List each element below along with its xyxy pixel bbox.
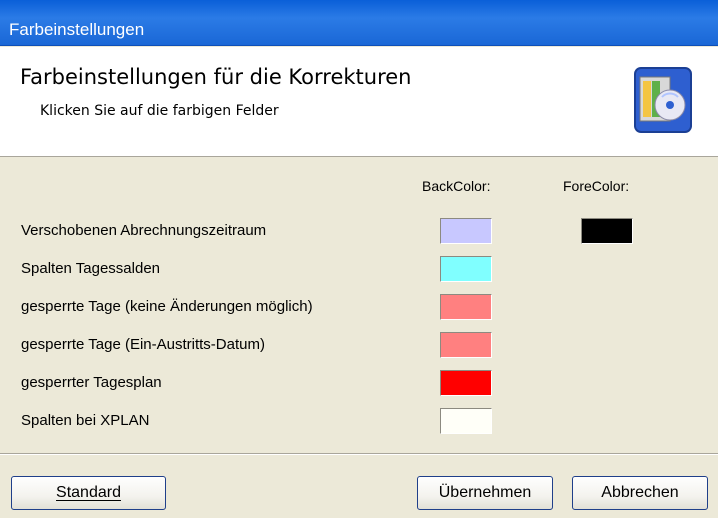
row-label-locked-days-entry-exit: gesperrte Tage (Ein-Austritts-Datum) [21, 336, 265, 353]
row-label-locked-days-no-changes: gesperrte Tage (keine Änderungen möglich… [21, 298, 313, 315]
backcolor-swatch-xplan-columns[interactable] [440, 408, 492, 434]
standard-button-label: Standard [56, 484, 121, 501]
forecolor-swatch-shifted-period[interactable] [581, 218, 633, 244]
row-label-shifted-period: Verschobenen Abrechnungszeitraum [21, 222, 267, 239]
dialog-heading: Farbeinstellungen für die Korrekturen [20, 65, 412, 89]
apply-button[interactable]: Übernehmen [417, 476, 553, 510]
backcolor-swatch-locked-day-plan[interactable] [440, 370, 492, 396]
row-label-xplan-columns: Spalten bei XPLAN [21, 412, 150, 429]
window-title: Farbeinstellungen [9, 20, 145, 39]
color-settings-panel: BackColor: ForeColor: Verschobenen Abrec… [0, 158, 718, 454]
backcolor-column-header: BackColor: [422, 178, 491, 194]
backcolor-swatch-locked-days-entry-exit[interactable] [440, 332, 492, 358]
row-label-locked-day-plan: gesperrter Tagesplan [21, 374, 162, 391]
row-label-daily-balance-columns: Spalten Tagessalden [21, 260, 160, 277]
standard-button[interactable]: Standard [11, 476, 166, 510]
backcolor-swatch-shifted-period[interactable] [440, 218, 492, 244]
cancel-button-label: Abbrechen [601, 484, 679, 501]
footer-separator [0, 453, 718, 455]
backcolor-swatch-daily-balance-columns[interactable] [440, 256, 492, 282]
backcolor-swatch-locked-days-no-changes[interactable] [440, 294, 492, 320]
application-cd-icon [634, 67, 692, 133]
dialog-subheading: Klicken Sie auf die farbigen Felder [40, 103, 279, 119]
apply-button-label: Übernehmen [438, 484, 532, 501]
forecolor-column-header: ForeColor: [563, 178, 630, 194]
window-titlebar[interactable]: Farbeinstellungen [0, 0, 718, 46]
cancel-button[interactable]: Abbrechen [572, 476, 708, 510]
dialog-header: Farbeinstellungen für die Korrekturen Kl… [0, 47, 718, 157]
